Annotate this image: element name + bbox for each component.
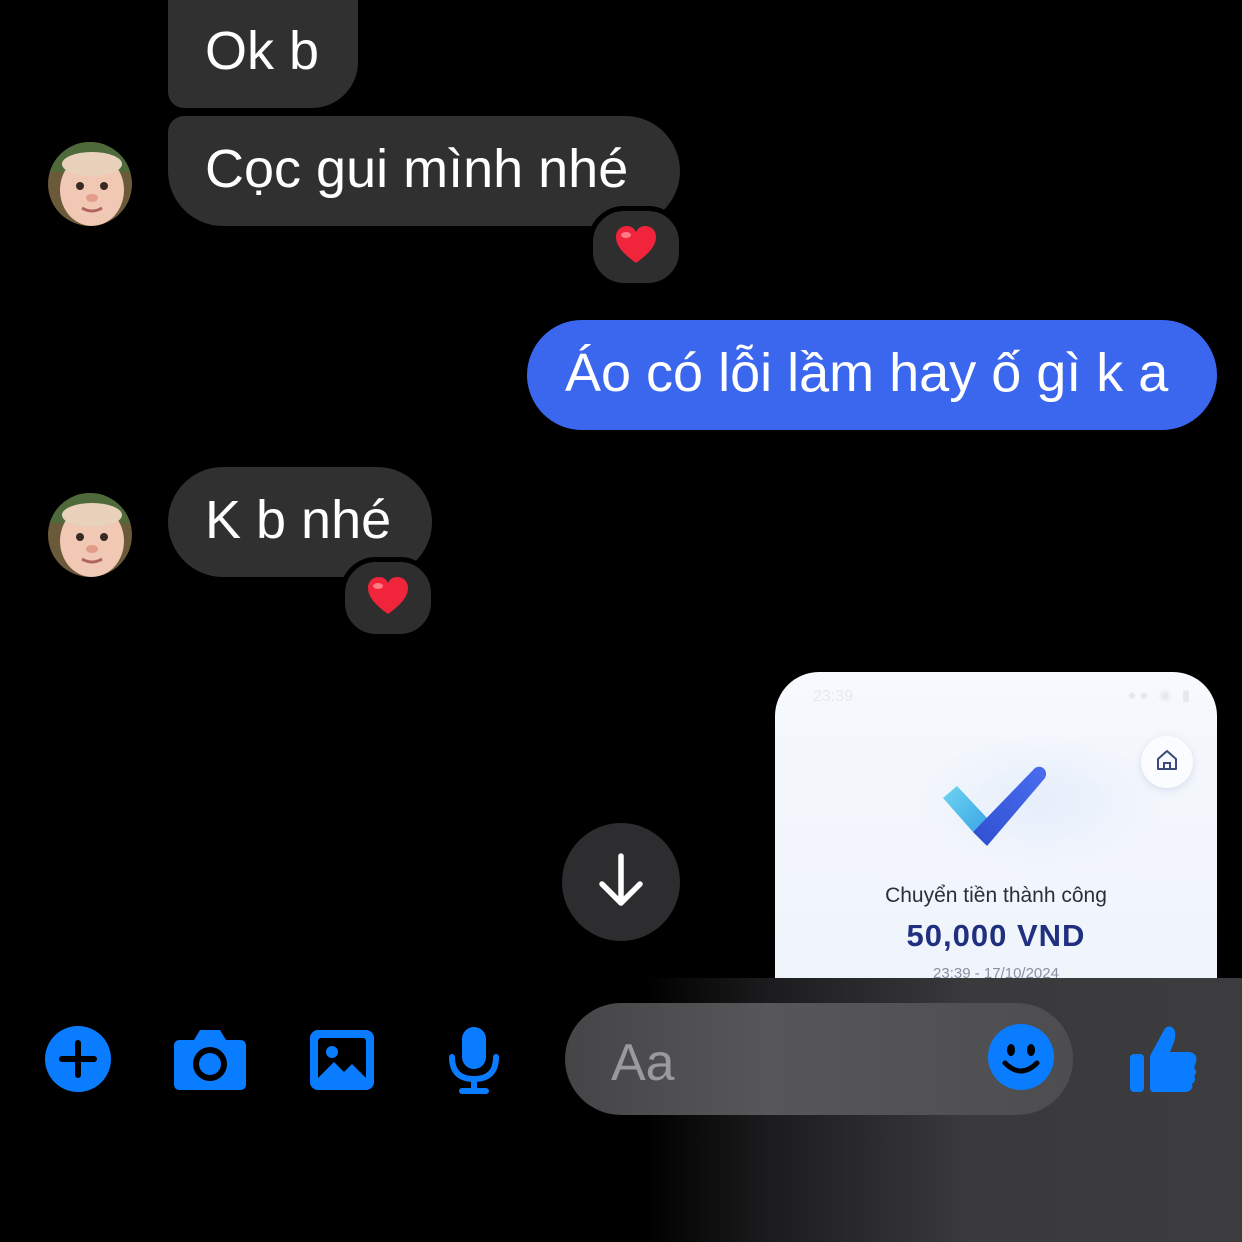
gallery-icon (308, 1028, 376, 1097)
plus-button[interactable] (44, 1025, 112, 1098)
microphone-button[interactable] (446, 1025, 502, 1100)
heart-reaction[interactable] (588, 206, 684, 288)
receipt-status-icons: ●● ◉ ▮ (1127, 687, 1193, 704)
message-bubble-received[interactable]: Ok b (168, 0, 358, 108)
receipt-status-time: 23:39 (813, 688, 854, 705)
like-button[interactable] (1128, 1024, 1200, 1101)
message-text: K b nhé (205, 490, 392, 550)
message-bubble-sent[interactable]: Áo có lỗi lầm hay ố gì k a (527, 320, 1217, 430)
message-bubble-received[interactable]: Cọc gui mình nhé (168, 116, 680, 226)
chat-screen: Ok b Cọc gui mình nhé Áo có lỗi lầm hay … (0, 0, 1242, 1242)
receipt-title: Chuyển tiền thành công (885, 884, 1107, 907)
camera-icon (172, 1028, 248, 1097)
contact-avatar[interactable] (48, 493, 132, 577)
microphone-icon (446, 1025, 502, 1100)
heart-icon (614, 225, 658, 270)
thumbs-up-icon (1128, 1024, 1200, 1101)
heart-icon (366, 576, 410, 621)
message-text: Cọc gui mình nhé (205, 139, 629, 199)
checkmark-icon (935, 758, 1055, 863)
contact-avatar[interactable] (48, 142, 132, 226)
home-button[interactable] (1141, 736, 1193, 788)
message-input[interactable]: Aa (565, 1003, 1073, 1115)
arrow-down-icon (596, 852, 646, 913)
message-text: Ok b (205, 21, 320, 81)
emoji-icon (987, 1023, 1055, 1096)
receipt-amount: 50,000 VND (906, 918, 1086, 953)
message-text: Áo có lỗi lầm hay ố gì k a (565, 343, 1169, 403)
camera-button[interactable] (172, 1028, 248, 1097)
scroll-to-bottom-button[interactable] (562, 823, 680, 941)
emoji-button[interactable] (987, 1023, 1055, 1096)
home-icon (1155, 748, 1179, 777)
gallery-button[interactable] (308, 1028, 376, 1097)
heart-reaction[interactable] (340, 557, 436, 639)
message-input-placeholder: Aa (611, 1034, 675, 1092)
plus-icon (44, 1025, 112, 1098)
